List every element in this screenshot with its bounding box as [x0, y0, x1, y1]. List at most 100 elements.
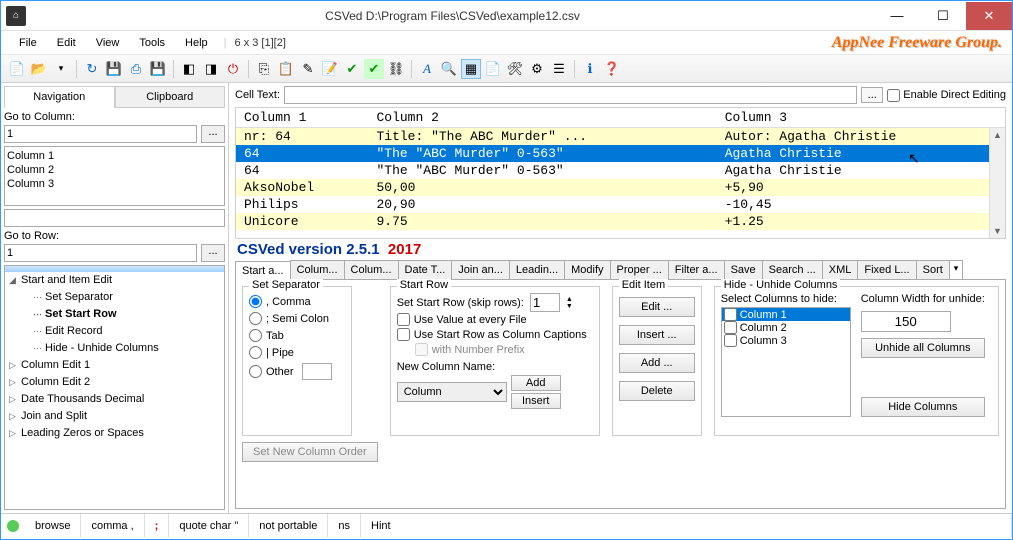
edit-tab[interactable]: Colum...	[344, 260, 399, 279]
insert-button[interactable]: Insert ...	[619, 325, 695, 345]
hide-cols-button[interactable]: Hide Columns	[861, 397, 985, 417]
spin-down-icon[interactable]: ▼	[566, 303, 573, 310]
filter-input[interactable]	[4, 209, 225, 227]
table-cell[interactable]: Agatha Christie	[717, 145, 1005, 162]
celltext-browse[interactable]: ...	[861, 87, 883, 103]
edit-tab[interactable]: Search ...	[762, 260, 823, 279]
table-cell[interactable]: Autor: Agatha Christie	[717, 128, 1005, 146]
add-button[interactable]: Add ...	[619, 353, 695, 373]
go-column-browse[interactable]: ...	[201, 125, 225, 143]
col-width-input[interactable]	[861, 311, 951, 332]
tb-info-icon[interactable]: ℹ	[580, 59, 600, 79]
close-button[interactable]: ✕	[966, 2, 1012, 30]
col-header[interactable]: Column 3	[717, 108, 1005, 128]
tree-node[interactable]: Column Edit 1	[5, 357, 224, 374]
grid-scrollbar[interactable]	[989, 128, 1005, 238]
table-cell[interactable]: nr: 64	[236, 128, 368, 146]
tree-node[interactable]: Set Start Row	[5, 306, 224, 323]
tab-overflow-icon[interactable]: ▾	[949, 260, 964, 279]
table-cell[interactable]: 50,00	[368, 179, 716, 196]
table-row[interactable]: Unicore9.75+1.25	[236, 213, 1005, 230]
edit-tab[interactable]: Save	[724, 260, 763, 279]
table-row[interactable]: nr: 64Title: "The ABC Murder" ...Autor: …	[236, 128, 1005, 146]
tb-tools-icon[interactable]: 🛠	[505, 59, 525, 79]
set-column-order-button[interactable]: Set New Column Order	[242, 442, 378, 462]
add-col-button[interactable]: Add	[511, 375, 561, 391]
tb-check2-icon[interactable]: ✔	[364, 59, 384, 79]
table-cell[interactable]: Title: "The ABC Murder" ...	[368, 128, 716, 146]
table-cell[interactable]: 20,90	[368, 196, 716, 213]
tb-tool1-icon[interactable]: ◧	[179, 59, 199, 79]
go-row-browse[interactable]: ...	[201, 244, 225, 262]
go-column-input[interactable]	[4, 125, 197, 143]
col-header[interactable]: Column 1	[236, 108, 368, 128]
table-cell[interactable]: +5,90	[717, 179, 1005, 196]
edit-tab[interactable]: Leadin...	[509, 260, 565, 279]
tb-tool2-icon[interactable]: ◨	[201, 59, 221, 79]
menu-file[interactable]: File	[11, 35, 45, 51]
spin-up-icon[interactable]: ▲	[566, 296, 573, 303]
table-cell[interactable]: -10,45	[717, 196, 1005, 213]
table-row[interactable]: Philips20,90-10,45	[236, 196, 1005, 213]
edit-tab[interactable]: Start a...	[235, 261, 291, 280]
tb-doc-icon[interactable]: 📄	[483, 59, 503, 79]
tb-note-icon[interactable]: 📝	[320, 59, 340, 79]
direct-edit-checkbox[interactable]	[887, 89, 900, 102]
tree-node[interactable]: Hide - Unhide Columns	[5, 340, 224, 357]
edit-tab[interactable]: Colum...	[290, 260, 345, 279]
tb-open-icon[interactable]: 📂	[29, 59, 49, 79]
chk-everyfile[interactable]	[397, 313, 410, 326]
startrow-input[interactable]	[530, 293, 560, 312]
tb-zoom-icon[interactable]: 🔍	[439, 59, 459, 79]
celltext-input[interactable]	[284, 86, 857, 104]
edit-tab[interactable]: Proper ...	[610, 260, 669, 279]
tree-node[interactable]: Edit Record	[5, 323, 224, 340]
radio-comma[interactable]	[249, 295, 262, 308]
table-cell[interactable]: AksoNobel	[236, 179, 368, 196]
radio-other[interactable]	[249, 365, 262, 378]
radio-pipe[interactable]	[249, 346, 262, 359]
tb-saveall-icon[interactable]: ⎙	[126, 59, 146, 79]
table-row[interactable]: 64"The "ABC Murder" 0-563"Agatha Christi…	[236, 162, 1005, 179]
table-cell[interactable]: 64	[236, 145, 368, 162]
radio-semi[interactable]	[249, 312, 262, 325]
table-cell[interactable]: Unicore	[236, 213, 368, 230]
table-row[interactable]: 64"The "ABC Murder" 0-563"Agatha Christi…	[236, 145, 1005, 162]
table-cell[interactable]: Agatha Christie	[717, 162, 1005, 179]
tb-open-drop-icon[interactable]: ▾	[51, 59, 71, 79]
tb-exit-icon[interactable]: ⏻	[223, 59, 243, 79]
edit-tab[interactable]: Join an...	[451, 260, 510, 279]
tree-node[interactable]: Join and Split	[5, 408, 224, 425]
tb-font-icon[interactable]: A	[417, 59, 437, 79]
radio-tab[interactable]	[249, 329, 262, 342]
columns-list[interactable]: Column 1 Column 2 Column 3	[4, 146, 225, 206]
tb-list-icon[interactable]: ☰	[549, 59, 569, 79]
tb-gear-icon[interactable]: ⚙	[527, 59, 547, 79]
table-cell[interactable]: Philips	[236, 196, 368, 213]
tb-save-icon[interactable]: 💾	[104, 59, 124, 79]
tb-refresh-icon[interactable]: ↻	[82, 59, 102, 79]
table-cell[interactable]: "The "ABC Murder" 0-563"	[368, 162, 716, 179]
newcol-select[interactable]: Column	[397, 382, 507, 402]
go-row-input[interactable]	[4, 244, 197, 262]
edit-tab[interactable]: Modify	[564, 260, 610, 279]
tab-navigation[interactable]: Navigation	[4, 86, 115, 108]
list-item[interactable]: Column 2	[7, 163, 222, 177]
edit-tab[interactable]: XML	[822, 260, 859, 279]
hide-cols-list[interactable]: Column 1 Column 2 Column 3	[721, 307, 851, 417]
table-cell[interactable]: 9.75	[368, 213, 716, 230]
maximize-button[interactable]: ☐	[920, 2, 966, 30]
table-cell[interactable]: +1.25	[717, 213, 1005, 230]
edit-tab[interactable]: Filter a...	[668, 260, 725, 279]
menu-tools[interactable]: Tools	[131, 35, 173, 51]
chk-captions[interactable]	[397, 328, 410, 341]
menu-help[interactable]: Help	[177, 35, 216, 51]
tb-paste-icon[interactable]: 📋	[276, 59, 296, 79]
menu-edit[interactable]: Edit	[49, 35, 84, 51]
unhide-all-button[interactable]: Unhide all Columns	[861, 338, 985, 358]
tb-grid-icon[interactable]: ▦	[461, 59, 481, 79]
nav-tree[interactable]: Start and Item EditSet SeparatorSet Star…	[4, 265, 225, 510]
tb-check-icon[interactable]: ✔	[342, 59, 362, 79]
tb-edit-icon[interactable]: ✎	[298, 59, 318, 79]
col-header[interactable]: Column 2	[368, 108, 716, 128]
